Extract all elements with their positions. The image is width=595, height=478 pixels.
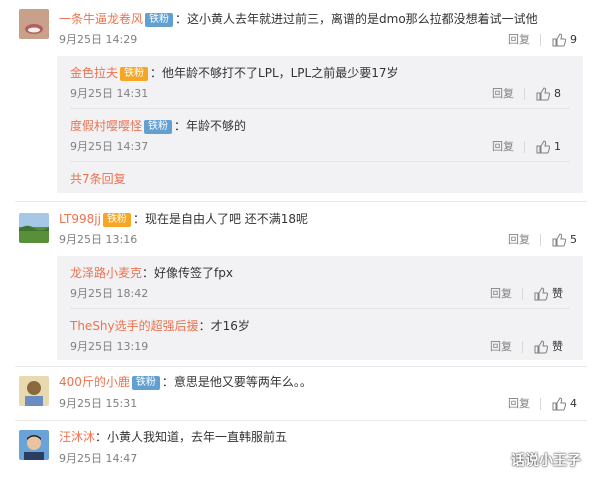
- divider: [70, 161, 570, 162]
- timestamp: 9月25日 14:47: [59, 452, 138, 465]
- reply-text: ：年龄不够的: [174, 119, 247, 133]
- reply-username[interactable]: 度假村嘤嘤怪: [70, 119, 142, 133]
- avatar-landscape-icon: [19, 213, 49, 243]
- thumbs-up-icon: [536, 140, 550, 154]
- avatar[interactable]: [19, 376, 49, 406]
- reply-username[interactable]: 龙泽路小麦克: [70, 266, 142, 280]
- watermark: 话说小王子: [511, 453, 581, 469]
- like-count: 4: [570, 397, 577, 410]
- reply-username[interactable]: 金色拉夫: [70, 66, 118, 80]
- comment-text: ：小黄人我知道，去年一直韩服前五: [95, 430, 288, 444]
- separator: [540, 234, 541, 246]
- comment-text-line: 汪沐沐：小黄人我知道，去年一直韩服前五: [59, 429, 287, 445]
- thumbs-up-icon: [552, 33, 566, 47]
- timestamp: 9月25日 18:42: [70, 287, 149, 300]
- separator: [522, 288, 523, 300]
- reply-text: ：才16岁: [198, 319, 250, 333]
- separator: [524, 141, 525, 153]
- timestamp: 9月25日 13:16: [59, 233, 138, 246]
- fan-badge[interactable]: 铁粉: [144, 120, 173, 134]
- avatar-face-icon: [19, 9, 49, 39]
- comment-text: ：现在是自由人了吧 还不满18呢: [132, 212, 309, 226]
- username[interactable]: 400斤的小鹿: [59, 375, 130, 389]
- timestamp: 9月25日 15:31: [59, 397, 138, 410]
- reply-button[interactable]: 回复: [508, 33, 530, 47]
- thumbs-up-icon: [534, 287, 548, 301]
- comment-text: ：这小黄人去年就进过前三，离谱的是dmo那么拉都没想着试一试他: [175, 12, 538, 26]
- reply-box: 金色拉夫 铁粉 ：他年龄不够打不了LPL，LPL之前最少要17岁 9月25日 14:…: [57, 56, 583, 193]
- divider: [70, 308, 570, 309]
- fan-badge[interactable]: 铁粉: [120, 67, 149, 81]
- like-button[interactable]: 4: [552, 397, 577, 411]
- avatar[interactable]: [19, 430, 49, 460]
- timestamp: 9月25日 13:19: [70, 340, 149, 353]
- like-button[interactable]: 1: [536, 140, 561, 154]
- reply-text-line: 金色拉夫 铁粉 ：他年龄不够打不了LPL，LPL之前最少要17岁: [70, 65, 399, 81]
- thumbs-up-icon: [552, 397, 566, 411]
- username[interactable]: 一条牛逼龙卷风: [59, 12, 143, 26]
- reply-text: ：他年龄不够打不了LPL，LPL之前最少要17岁: [150, 66, 399, 80]
- comment-text-line: 400斤的小鹿 铁粉 ：意思是他又要等两年么。。: [59, 374, 312, 390]
- like-count: 5: [570, 233, 577, 246]
- comment-text-line: 一条牛逼龙卷风 铁粉 ：这小黄人去年就进过前三，离谱的是dmo那么拉都没想着试一试他: [59, 11, 538, 27]
- like-button[interactable]: 5: [552, 233, 577, 247]
- reply-button[interactable]: 回复: [492, 140, 514, 154]
- like-button[interactable]: 赞: [534, 287, 563, 301]
- reply-text-line: 度假村嘤嘤怪 铁粉 ：年龄不够的: [70, 118, 246, 134]
- reply-text: ：好像传签了fpx: [142, 266, 233, 280]
- comment-item: 400斤的小鹿 铁粉 ：意思是他又要等两年么。。 9月25日 15:31 回复 4: [0, 367, 595, 417]
- avatar[interactable]: [19, 213, 49, 243]
- separator: [540, 34, 541, 46]
- avatar[interactable]: [19, 9, 49, 39]
- reply-button[interactable]: 回复: [508, 397, 530, 411]
- avatar-person-icon: [19, 376, 49, 406]
- reply-button[interactable]: 回复: [492, 87, 514, 101]
- reply-button[interactable]: 回复: [508, 233, 530, 247]
- separator: [540, 398, 541, 410]
- comment-item: LT998jj 铁粉 ：现在是自由人了吧 还不满18呢 9月25日 13:16 回复…: [0, 202, 595, 362]
- like-label: 赞: [552, 287, 563, 300]
- like-button[interactable]: 9: [552, 33, 577, 47]
- like-button[interactable]: 赞: [534, 340, 563, 354]
- more-replies-link[interactable]: 共7条回复: [70, 171, 126, 187]
- separator: [524, 88, 525, 100]
- timestamp: 9月25日 14:31: [70, 87, 149, 100]
- reply-text-line: TheShy选手的超强后援：才16岁: [70, 318, 250, 334]
- comment-text: ：意思是他又要等两年么。。: [161, 375, 312, 389]
- reply-button[interactable]: 回复: [490, 340, 512, 354]
- like-button[interactable]: 8: [536, 87, 561, 101]
- reply-username[interactable]: TheShy选手的超强后援: [70, 319, 199, 333]
- thumbs-up-icon: [534, 340, 548, 354]
- like-label: 赞: [552, 340, 563, 353]
- like-count: 8: [554, 87, 561, 100]
- separator: [522, 341, 523, 353]
- thumbs-up-icon: [536, 87, 550, 101]
- username[interactable]: LT998jj: [59, 212, 101, 226]
- timestamp: 9月25日 14:29: [59, 33, 138, 46]
- divider: [70, 108, 570, 109]
- avatar-person-icon: [19, 430, 49, 460]
- fan-badge[interactable]: 铁粉: [131, 376, 160, 390]
- comment-item: 一条牛逼龙卷风 铁粉 ：这小黄人去年就进过前三，离谱的是dmo那么拉都没想着试一试他…: [0, 0, 595, 200]
- like-count: 9: [570, 33, 577, 46]
- comment-item: 汪沐沐：小黄人我知道，去年一直韩服前五 9月25日 14:47: [0, 421, 595, 478]
- reply-box: 龙泽路小麦克：好像传签了fpx 9月25日 18:42 回复 赞 TheShy选…: [57, 256, 583, 360]
- username[interactable]: 汪沐沐: [59, 430, 95, 444]
- comment-text-line: LT998jj 铁粉 ：现在是自由人了吧 还不满18呢: [59, 211, 308, 227]
- reply-button[interactable]: 回复: [490, 287, 512, 301]
- fan-badge[interactable]: 铁粉: [102, 213, 131, 227]
- fan-badge[interactable]: 铁粉: [145, 13, 174, 27]
- timestamp: 9月25日 14:37: [70, 140, 149, 153]
- reply-text-line: 龙泽路小麦克：好像传签了fpx: [70, 265, 233, 281]
- thumbs-up-icon: [552, 233, 566, 247]
- like-count: 1: [554, 140, 561, 153]
